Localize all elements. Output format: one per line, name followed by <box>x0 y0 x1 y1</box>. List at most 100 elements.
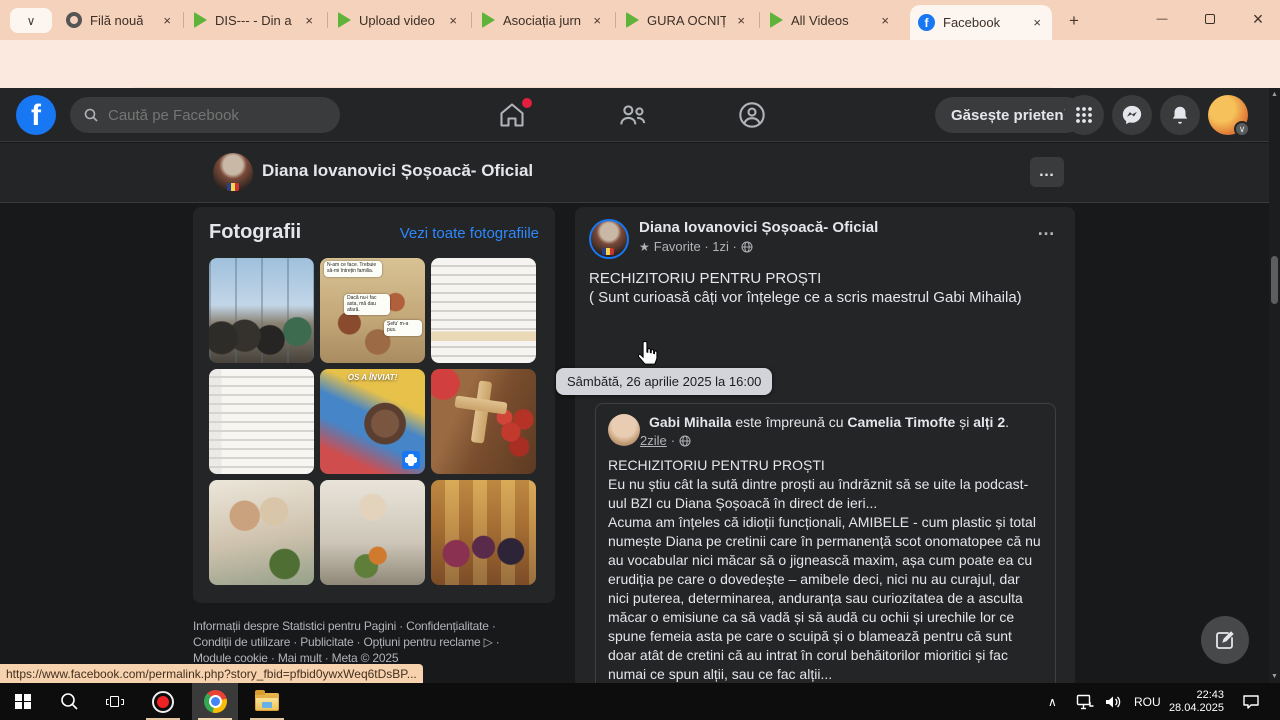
account-avatar-button[interactable]: ∨ <box>1208 95 1250 137</box>
timestamp-tooltip: Sâmbătă, 26 aprilie 2025 la 16:00 <box>556 368 773 395</box>
tab-close-icon[interactable]: × <box>446 13 460 28</box>
shared-post-time-link[interactable]: 2zile <box>640 433 667 448</box>
new-tab-button[interactable]: + <box>1062 9 1086 33</box>
clock[interactable]: 22:43 28.04.2025 <box>1169 683 1224 720</box>
tab-close-icon[interactable]: × <box>160 13 174 28</box>
tab-gura[interactable]: GURA OCNIȚE × <box>618 0 756 40</box>
page-sticky-bar: Diana Iovanovici Șoșoacă- Oficial … <box>0 143 1280 203</box>
shared-post-paragraph: Eu nu știu cât la sută dintre proști au … <box>608 476 1029 511</box>
tab-close-icon[interactable]: × <box>878 13 892 28</box>
rumble-play-icon <box>626 12 639 28</box>
tagged-others[interactable]: alți 2 <box>973 414 1005 430</box>
post-text-line: ( Sunt curioasă câți vor înțelege ce a s… <box>589 289 1022 306</box>
facebook-search-input[interactable] <box>70 97 340 133</box>
shared-post-title: RECHIZITORIU PENTRU PROȘTI <box>608 457 825 473</box>
meme-bubble: Dacă nu-i fac asta, mă dau afară. <box>344 294 390 316</box>
globe-privacy-icon <box>679 435 691 446</box>
plus-icon: + <box>1069 11 1079 30</box>
photo-thumbnail-easter-flag[interactable]: OS A ÎNVIAT! <box>320 369 425 474</box>
photo-thumbnail-meme-painting[interactable]: N-am ce face. Trebuie să-mi întrețin fam… <box>320 258 425 363</box>
task-view-button[interactable] <box>92 683 138 720</box>
rumble-play-icon <box>482 12 495 28</box>
file-explorer-app-button[interactable] <box>244 683 290 720</box>
page-scrollbar[interactable]: ▲ ▼ <box>1269 88 1280 683</box>
see-all-photos-link[interactable]: Vezi toate fotografiile <box>400 225 539 242</box>
post-author-name[interactable]: Diana Iovanovici Șoșoacă- Oficial <box>639 219 1033 236</box>
compose-fab-button[interactable] <box>1201 616 1249 664</box>
tab-dis[interactable]: DIS--- - Din a × <box>186 0 324 40</box>
tab-facebook-active[interactable]: f Facebook × <box>910 5 1052 40</box>
tab-label: DIS--- - Din a <box>215 12 292 28</box>
page-more-button[interactable]: … <box>1030 157 1064 187</box>
tab-close-icon[interactable]: × <box>302 13 316 28</box>
photo-thumbnail-document[interactable] <box>209 369 314 474</box>
window-minimize-button[interactable]: — <box>1140 0 1184 38</box>
network-tray-button[interactable] <box>1076 683 1094 720</box>
search-icon <box>60 693 78 710</box>
profile-nav-icon[interactable] <box>738 101 766 129</box>
apps-menu-button[interactable] <box>1064 95 1104 135</box>
action-center-icon <box>1243 694 1259 709</box>
shared-author-avatar[interactable] <box>608 414 640 446</box>
tab-upload[interactable]: Upload video × <box>330 0 468 40</box>
new-tab-favicon-icon <box>66 12 82 28</box>
photo-thumbnail-hug-flowers[interactable] <box>320 480 425 585</box>
taskbar-search-button[interactable] <box>46 683 92 720</box>
apps-grid-icon <box>1076 107 1092 123</box>
time-text: 22:43 <box>1196 688 1224 701</box>
shared-author-name[interactable]: Gabi Mihaila <box>649 414 731 430</box>
tab-close-icon[interactable]: × <box>734 13 748 28</box>
messenger-icon <box>1122 105 1142 125</box>
notifications-button[interactable] <box>1160 95 1200 135</box>
tab-asociatia[interactable]: Asociația jurn × <box>474 0 612 40</box>
link-preview-status-bar: https://www.facebook.com/permalink.php?s… <box>0 664 423 683</box>
shared-post-paragraph: Acuma am înțeles că idioții funcționali,… <box>608 514 1041 682</box>
photo-thumbnail-eggs-cross[interactable] <box>431 369 536 474</box>
mouse-cursor-hand <box>637 341 658 365</box>
find-friends-button[interactable]: Găsește prieteni <box>935 97 1084 133</box>
scroll-up-icon[interactable]: ▲ <box>1269 91 1280 98</box>
footer-line[interactable]: Informații despre Statistici pentru Pagi… <box>193 618 573 634</box>
tab-search-chevron-button[interactable]: ∨ <box>10 8 52 33</box>
photo-thumbnail-airport-group[interactable] <box>209 258 314 363</box>
home-notification-dot <box>522 98 532 108</box>
tagged-friend[interactable]: Camelia Timofte <box>847 414 955 430</box>
tab-new[interactable]: Filă nouă × <box>58 0 182 40</box>
tab-all-videos[interactable]: All Videos × <box>762 0 900 40</box>
maximize-icon <box>1205 14 1215 24</box>
windows-logo-icon <box>15 693 31 710</box>
window-close-button[interactable]: × <box>1236 0 1280 38</box>
action-center-button[interactable] <box>1242 683 1260 720</box>
page-avatar[interactable] <box>213 153 253 193</box>
post-author-avatar[interactable] <box>589 219 629 259</box>
chevron-up-icon: ∧ <box>1048 694 1057 709</box>
language-indicator[interactable]: ROU <box>1134 683 1161 720</box>
blue-flower-badge-icon <box>402 451 420 469</box>
scroll-down-icon[interactable]: ▼ <box>1269 673 1280 680</box>
post-options-kebab[interactable]: … <box>1033 219 1061 240</box>
network-icon <box>1076 694 1094 709</box>
start-button[interactable] <box>0 683 46 720</box>
tab-close-icon[interactable]: × <box>590 13 604 28</box>
pencil-compose-icon <box>1216 631 1234 649</box>
post-meta-text: Favorite · 1zi · <box>653 239 737 254</box>
tray-chevron-button[interactable]: ∧ <box>1048 683 1057 720</box>
facebook-logo[interactable]: f <box>16 95 56 135</box>
post-text-line: RECHIZITORIU PENTRU PROȘTI <box>589 270 822 287</box>
screen-recorder-app-button[interactable] <box>140 683 186 720</box>
search-icon <box>84 108 98 122</box>
photo-thumbnail-church-group[interactable] <box>431 480 536 585</box>
photo-thumbnail-document[interactable] <box>431 258 536 363</box>
volume-tray-button[interactable] <box>1104 683 1122 720</box>
photo-thumbnail-hug-flowers[interactable] <box>209 480 314 585</box>
browser-tab-strip: ∨ Filă nouă × DIS--- - Din a × Upload vi… <box>0 0 1280 40</box>
friends-nav-icon[interactable] <box>619 101 647 129</box>
shared-post[interactable]: Gabi Mihaila este împreună cu Camelia Ti… <box>595 403 1056 683</box>
window-maximize-button[interactable] <box>1188 0 1232 38</box>
tab-close-icon[interactable]: × <box>1030 15 1044 30</box>
footer-line[interactable]: Condiții de utilizare · Publicitate · Op… <box>193 634 573 650</box>
scrollbar-thumb[interactable] <box>1271 256 1278 304</box>
messenger-button[interactable] <box>1112 95 1152 135</box>
chrome-app-button[interactable] <box>192 683 238 720</box>
tab-label: GURA OCNIȚE <box>647 12 727 28</box>
